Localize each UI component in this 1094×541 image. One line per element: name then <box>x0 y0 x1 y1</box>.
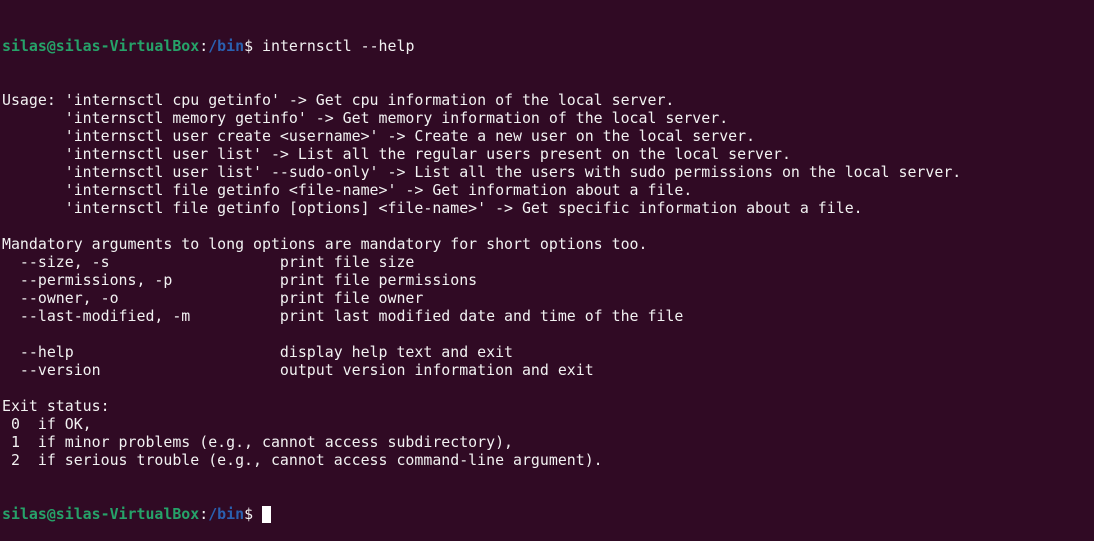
output-line: 'internsctl file getinfo <file-name>' ->… <box>2 181 693 199</box>
prompt-path: /bin <box>208 505 245 523</box>
text-cursor <box>262 506 272 523</box>
command-output: Usage: 'internsctl cpu getinfo' -> Get c… <box>2 91 1094 469</box>
prompt-symbol: $ <box>244 37 263 55</box>
command-line: silas@silas-VirtualBox:/bin$ internsctl … <box>2 37 1094 55</box>
prompt-user-host: silas@silas-VirtualBox <box>2 505 200 523</box>
active-prompt-line[interactable]: silas@silas-VirtualBox:/bin$ <box>2 505 1094 523</box>
output-line: 'internsctl file getinfo [options] <file… <box>2 199 863 217</box>
prompt-separator: : <box>199 37 209 55</box>
prompt-path: /bin <box>208 37 245 55</box>
output-line: Mandatory arguments to long options are … <box>2 235 648 253</box>
output-line: 'internsctl user create <username>' -> C… <box>2 127 756 145</box>
output-line: --owner, -o print file owner <box>2 289 424 307</box>
output-line: --help display help text and exit <box>2 343 514 361</box>
prompt-user-host: silas@silas-VirtualBox <box>2 37 200 55</box>
output-line: Usage: 'internsctl cpu getinfo' -> Get c… <box>2 91 675 109</box>
output-line: 1 if minor problems (e.g., cannot access… <box>2 433 514 451</box>
output-line: 'internsctl user list' --sudo-only' -> L… <box>2 163 962 181</box>
output-line: --version output version information and… <box>2 361 594 379</box>
output-line: --size, -s print file size <box>2 253 415 271</box>
output-line: 2 if serious trouble (e.g., cannot acces… <box>2 451 603 469</box>
output-line: 0 if OK, <box>2 415 92 433</box>
prompt-separator: : <box>199 505 209 523</box>
prompt-symbol: $ <box>244 505 263 523</box>
terminal[interactable]: silas@silas-VirtualBox:/bin$ internsctl … <box>0 0 1094 541</box>
output-line: --permissions, -p print file permissions <box>2 271 478 289</box>
output-line: 'internsctl memory getinfo' -> Get memor… <box>2 109 729 127</box>
command-text: internsctl --help <box>262 37 415 55</box>
output-line: --last-modified, -m print last modified … <box>2 307 684 325</box>
output-line: 'internsctl user list' -> List all the r… <box>2 145 791 163</box>
output-line: Exit status: <box>2 397 110 415</box>
